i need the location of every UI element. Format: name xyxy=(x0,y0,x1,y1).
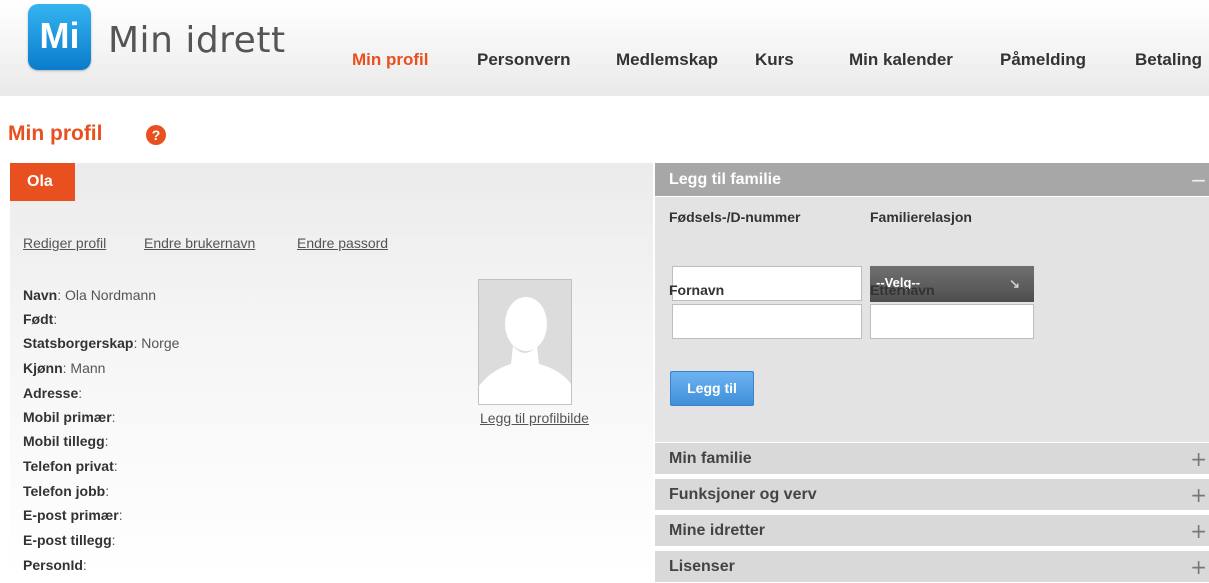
help-icon[interactable]: ? xyxy=(146,125,166,145)
birth-number-label: Fødsels-/D-nummer xyxy=(669,209,801,225)
profile-field-email-primary: E-post primær: xyxy=(23,507,123,523)
edit-profile-link[interactable]: Rediger profil xyxy=(23,235,106,251)
section-mine-idretter[interactable]: Mine idretter + xyxy=(655,515,1209,547)
section-lisenser[interactable]: Lisenser + xyxy=(655,551,1209,583)
field-value: : xyxy=(104,433,109,449)
section-title: Min familie xyxy=(669,450,752,467)
profile-field-born: Født: xyxy=(23,311,57,327)
section-title: Funksjoner og verv xyxy=(669,486,817,503)
add-family-form: Fødsels-/D-nummer Familierelasjon --Velg… xyxy=(655,197,1209,442)
field-label: Adresse xyxy=(23,385,79,401)
collapse-icon[interactable]: − xyxy=(1190,168,1207,192)
last-name-input[interactable] xyxy=(870,304,1034,339)
field-value: : xyxy=(105,483,110,499)
add-family-header[interactable]: Legg til familie − xyxy=(655,163,1209,197)
add-profile-photo-link[interactable]: Legg til profilbilde xyxy=(480,410,589,426)
field-value: : xyxy=(113,458,118,474)
expand-icon[interactable]: + xyxy=(1190,483,1207,507)
add-family-title: Legg til familie xyxy=(669,171,782,188)
field-value: : xyxy=(82,557,87,573)
app-title: Min idrett xyxy=(108,20,286,61)
expand-icon[interactable]: + xyxy=(1190,555,1207,579)
avatar xyxy=(478,279,572,405)
profile-field-citizenship: Statsborgerskap: Norge xyxy=(23,335,179,351)
first-name-label: Fornavn xyxy=(669,282,725,298)
nav-min-profil[interactable]: Min profil xyxy=(352,50,428,70)
field-value: : Ola Nordmann xyxy=(57,287,157,303)
dropdown-arrow-icon: ↘ xyxy=(1009,276,1020,291)
profile-field-email-extra: E-post tillegg: xyxy=(23,532,116,548)
field-value: : Mann xyxy=(62,360,106,376)
field-value: : xyxy=(53,311,58,327)
nav-medlemskap[interactable]: Medlemskap xyxy=(616,50,718,70)
logo-mark: Mi xyxy=(39,15,80,56)
profile-field-phone-private: Telefon privat: xyxy=(23,458,118,474)
profile-field-person-id: PersonId: xyxy=(23,557,87,573)
field-label: Født xyxy=(23,311,54,327)
field-value: : xyxy=(111,532,116,548)
logo-icon[interactable]: Mi xyxy=(28,4,91,70)
relation-label: Familierelasjon xyxy=(870,209,972,225)
change-password-link[interactable]: Endre passord xyxy=(297,235,388,251)
nav-min-kalender[interactable]: Min kalender xyxy=(849,50,953,70)
expand-icon[interactable]: + xyxy=(1190,519,1207,543)
profile-name-tab[interactable]: Ola xyxy=(10,163,75,201)
field-label: E-post primær xyxy=(23,507,119,523)
nav-kurs[interactable]: Kurs xyxy=(755,50,794,70)
profile-field-address: Adresse: xyxy=(23,385,82,401)
add-family-button[interactable]: Legg til xyxy=(670,371,754,406)
nav-pamelding[interactable]: Påmelding xyxy=(1000,50,1086,70)
avatar-silhouette-icon xyxy=(479,280,571,404)
profile-field-name: Navn: Ola Nordmann xyxy=(23,287,156,303)
field-label: E-post tillegg xyxy=(23,532,112,548)
field-label: PersonId xyxy=(23,557,83,573)
field-value: : xyxy=(111,409,116,425)
section-title: Lisenser xyxy=(669,558,735,575)
field-label: Navn xyxy=(23,287,58,303)
last-name-label: Etternavn xyxy=(870,282,935,298)
nav-personvern[interactable]: Personvern xyxy=(477,50,571,70)
field-value: : xyxy=(118,507,123,523)
profile-panel: Ola Rediger profil Endre brukernavn Endr… xyxy=(10,163,653,578)
field-label: Telefon jobb xyxy=(23,483,106,499)
field-label: Statsborgerskap xyxy=(23,335,134,351)
field-value: : Norge xyxy=(133,335,180,351)
nav-betaling[interactable]: Betaling xyxy=(1135,50,1202,70)
section-min-familie[interactable]: Min familie + xyxy=(655,443,1209,475)
change-username-link[interactable]: Endre brukernavn xyxy=(144,235,255,251)
field-value: : xyxy=(78,385,83,401)
page-title: Min profil xyxy=(8,122,103,145)
field-label: Telefon privat xyxy=(23,458,114,474)
profile-field-mobile-primary: Mobil primær: xyxy=(23,409,116,425)
section-title: Mine idretter xyxy=(669,522,766,539)
field-label: Mobil tillegg xyxy=(23,433,105,449)
profile-field-phone-work: Telefon jobb: xyxy=(23,483,109,499)
field-label: Kjønn xyxy=(23,360,63,376)
family-panel: Legg til familie − Fødsels-/D-nummer Fam… xyxy=(655,163,1209,583)
field-label: Mobil primær xyxy=(23,409,112,425)
top-header: Mi Min idrett Min profil Personvern Medl… xyxy=(0,0,1209,96)
expand-icon[interactable]: + xyxy=(1190,447,1207,471)
section-funksjoner-og-verv[interactable]: Funksjoner og verv + xyxy=(655,479,1209,511)
first-name-input[interactable] xyxy=(672,304,862,339)
profile-field-gender: Kjønn: Mann xyxy=(23,360,105,376)
profile-field-mobile-extra: Mobil tillegg: xyxy=(23,433,109,449)
